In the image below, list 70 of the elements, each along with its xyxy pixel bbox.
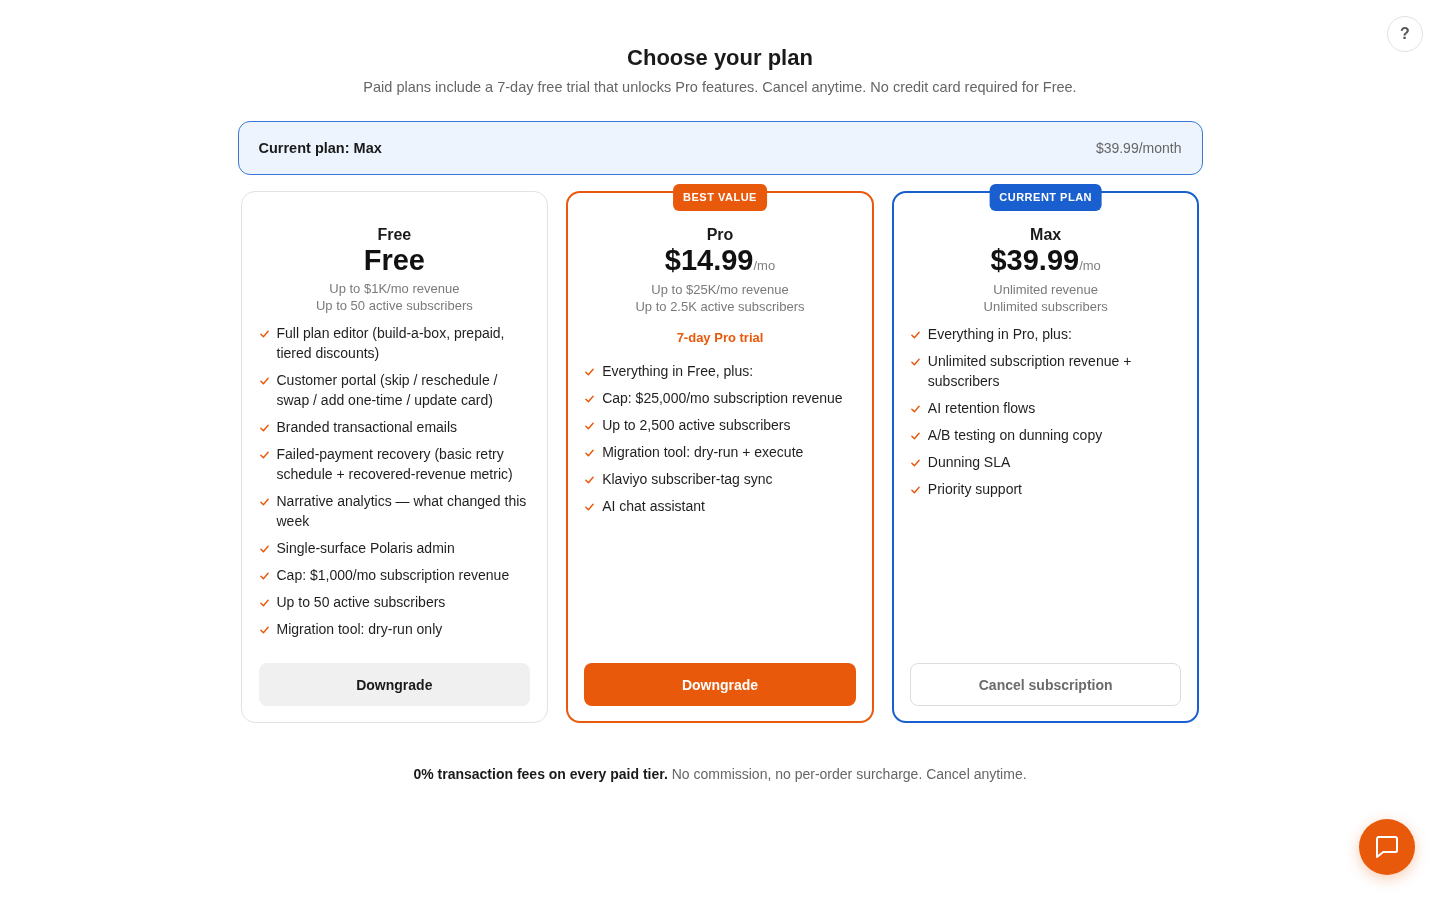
feature-text: Unlimited subscription revenue + subscribers: [927, 352, 1133, 391]
check-icon: [259, 626, 269, 634]
feature-text: Narrative analytics — what changed this week: [276, 492, 528, 531]
feature-text: Migration tool: dry-run + execute: [602, 443, 804, 462]
plan-name: Free: [376, 225, 413, 245]
plan-limit: Unlimited subscribers: [982, 298, 1109, 315]
plan-limit: Unlimited revenue: [992, 281, 1100, 298]
check-icon: [910, 331, 920, 339]
feature-text: Cap: $25,000/mo subscription revenue: [602, 389, 843, 408]
check-icon: [585, 368, 595, 376]
feature-text: Cap: $1,000/mo subscription revenue: [276, 566, 510, 585]
feature-text: Migration tool: dry-run only: [276, 620, 443, 639]
check-icon: [259, 424, 269, 432]
feature-text: Customer portal (skip / reschedule / swap / add one-time / update card): [276, 371, 499, 410]
feature-text: Full plan editor (build-a-box, prepaid, tiered discounts): [276, 324, 506, 363]
check-icon: [259, 451, 269, 459]
plan-limit: Up to $25K/mo revenue: [650, 281, 790, 298]
feature-text: Failed-payment recovery (basic retry schedule + recovered-revenue metric): [276, 445, 514, 484]
page-title: Choose your plan: [626, 44, 814, 72]
plan-action-button[interactable]: Downgrade: [258, 663, 531, 706]
plan-name: Max: [1029, 225, 1063, 245]
feature-text: Single-surface Polaris admin: [276, 539, 455, 558]
feature-text: Branded transactional emails: [276, 418, 458, 437]
check-icon: [585, 422, 595, 430]
feature-text: A/B testing on dunning copy: [927, 426, 1103, 445]
plan-limit: Up to 2.5K active subscribers: [634, 298, 806, 315]
check-icon: [259, 330, 269, 338]
plan-limit: Up to 50 active subscribers: [314, 297, 474, 314]
plan-price: Free: [363, 244, 425, 276]
plan-price: $39.99: [990, 244, 1080, 276]
feature-text: AI retention flows: [927, 399, 1036, 418]
plan-action-button[interactable]: Cancel subscription: [909, 663, 1182, 706]
feature-text: AI chat assistant: [602, 497, 705, 516]
feature-text: Everything in Free, plus:: [602, 362, 754, 381]
feature-text: Dunning SLA: [927, 453, 1011, 472]
feature-text: Up to 50 active subscribers: [276, 593, 446, 612]
check-icon: [910, 486, 920, 494]
plan-badge: CURRENT PLAN: [989, 184, 1103, 211]
current-plan-label: Current plan: Max: [258, 140, 382, 156]
help-button[interactable]: ?: [1387, 16, 1423, 52]
feature-text: Everything in Pro, plus:: [927, 325, 1072, 344]
plan-name: Pro: [705, 225, 735, 245]
feature-text: Priority support: [927, 480, 1022, 499]
footer-note: 0% transaction fees on every paid tier. No commission, no per-order surcharge. Cancel anytime.: [412, 765, 1028, 783]
check-icon: [585, 476, 595, 484]
check-icon: [259, 572, 269, 580]
chat-button[interactable]: [1359, 819, 1415, 875]
plan-badge: BEST VALUE: [673, 184, 767, 211]
check-icon: [259, 545, 269, 553]
feature-text: Up to 2,500 active subscribers: [602, 416, 791, 435]
check-icon: [585, 503, 595, 511]
current-plan-price: $39.99/month: [1095, 140, 1182, 156]
feature-text: Klaviyo subscriber-tag sync: [602, 470, 773, 489]
check-icon: [259, 498, 269, 506]
price-unit: /mo: [1079, 258, 1101, 273]
chat-icon: [1376, 836, 1398, 858]
check-icon: [910, 459, 920, 467]
check-icon: [259, 599, 269, 607]
check-icon: [585, 395, 595, 403]
price-unit: /mo: [753, 258, 776, 273]
check-icon: [910, 432, 920, 440]
plan-action-button[interactable]: Downgrade: [584, 663, 856, 706]
plan-price: $14.99: [664, 244, 754, 276]
check-icon: [259, 377, 269, 385]
check-icon: [910, 358, 920, 366]
trial-label: 7-day Pro trial: [675, 329, 765, 346]
plan-limit: Up to $1K/mo revenue: [328, 280, 461, 297]
page-subtitle: Paid plans include a 7-day free trial that unlocks Pro features. Cancel anytime. No credit card required for Free.: [362, 78, 1078, 97]
check-icon: [585, 449, 595, 457]
check-icon: [910, 405, 920, 413]
